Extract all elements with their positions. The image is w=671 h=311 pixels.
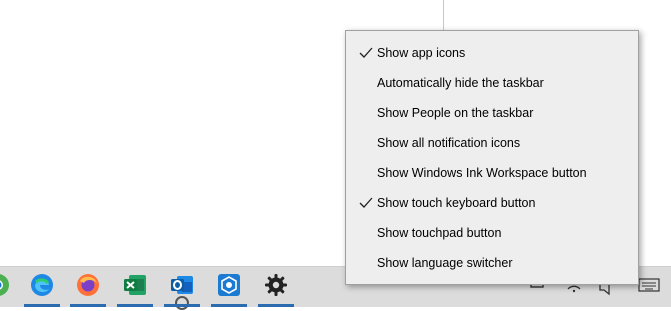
menu-item-show-notification-icons[interactable]: Show all notification icons: [346, 128, 638, 158]
taskbar-app-excel[interactable]: [115, 267, 155, 307]
outlook-icon: [171, 276, 193, 294]
cursor-ring-icon: [175, 296, 189, 310]
menu-item-label: Show People on the taskbar: [377, 106, 534, 120]
taskbar-app-firefox[interactable]: [68, 267, 108, 307]
edge-icon: [31, 274, 53, 296]
menu-item-show-touch-keyboard[interactable]: Show touch keyboard button: [346, 188, 638, 218]
taskbar-app-chrome[interactable]: [0, 267, 18, 307]
menu-item-auto-hide-taskbar[interactable]: Automatically hide the taskbar: [346, 68, 638, 98]
menu-item-label: Show touch keyboard button: [377, 196, 536, 210]
menu-item-label: Show all notification icons: [377, 136, 521, 150]
taskbar-app-settings[interactable]: [256, 267, 296, 307]
window-divider: [443, 0, 444, 30]
snip-tool-icon: [218, 274, 240, 296]
menu-item-label: Show app icons: [377, 46, 466, 60]
menu-item-show-people[interactable]: Show People on the taskbar: [346, 98, 638, 128]
excel-icon: [124, 275, 146, 295]
touch-keyboard-icon[interactable]: [638, 267, 660, 307]
menu-item-label: Show touchpad button: [377, 226, 502, 240]
taskbar-app-edge[interactable]: [22, 267, 62, 307]
menu-item-show-app-icons[interactable]: Show app icons: [346, 38, 638, 68]
taskbar-app-snip[interactable]: [209, 267, 249, 307]
menu-item-label: Show Windows Ink Workspace button: [377, 166, 587, 180]
menu-item-show-ink-workspace[interactable]: Show Windows Ink Workspace button: [346, 158, 638, 188]
menu-item-show-language-switcher[interactable]: Show language switcher: [346, 248, 638, 278]
checkmark-icon: [359, 47, 373, 58]
taskbar-app-outlook[interactable]: [162, 267, 202, 310]
menu-item-label: Show language switcher: [377, 256, 513, 270]
settings-gear-icon: [265, 274, 287, 296]
chrome-icon: [0, 274, 9, 296]
menu-item-label: Automatically hide the taskbar: [377, 76, 544, 90]
checkmark-icon: [359, 197, 373, 208]
taskbar-context-menu: Show app icons Automatically hide the ta…: [345, 30, 639, 285]
menu-item-show-touchpad[interactable]: Show touchpad button: [346, 218, 638, 248]
firefox-icon: [77, 274, 99, 296]
